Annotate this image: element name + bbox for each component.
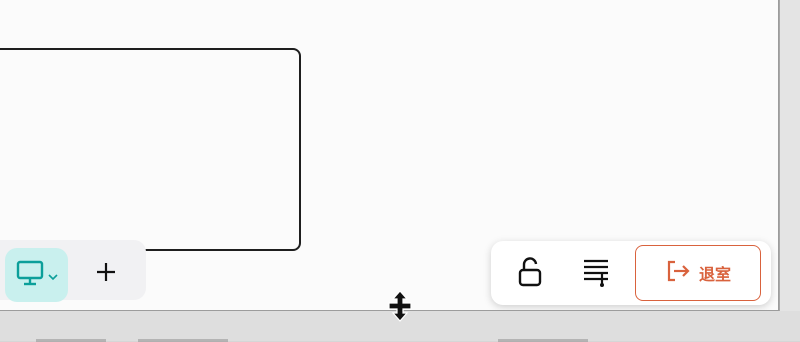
canvas-window: 退室 bbox=[0, 0, 779, 311]
monitor-icon bbox=[16, 260, 44, 290]
unlock-icon bbox=[517, 257, 543, 291]
lines-icon bbox=[582, 257, 610, 291]
list-button[interactable] bbox=[577, 255, 615, 293]
exit-room-button[interactable]: 退室 bbox=[635, 245, 761, 301]
rectangle-shape[interactable] bbox=[0, 48, 301, 251]
right-toolbar: 退室 bbox=[491, 241, 771, 305]
plus-icon bbox=[95, 261, 117, 287]
exit-icon bbox=[665, 259, 691, 287]
exit-room-label: 退室 bbox=[698, 265, 731, 284]
lock-button[interactable] bbox=[511, 255, 549, 293]
chevron-down-icon bbox=[47, 266, 58, 285]
device-select-button[interactable] bbox=[5, 248, 68, 302]
add-button[interactable] bbox=[86, 252, 126, 296]
resize-vertical-cursor bbox=[386, 290, 414, 326]
left-toolbar bbox=[0, 240, 146, 302]
window-edge-strip bbox=[779, 0, 800, 341]
